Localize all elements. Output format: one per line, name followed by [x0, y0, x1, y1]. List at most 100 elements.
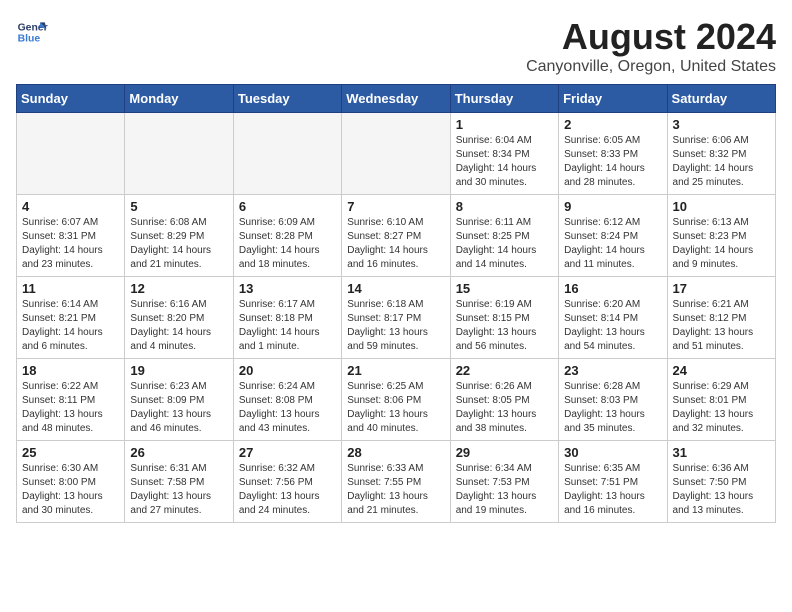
day-info: Sunrise: 6:17 AM Sunset: 8:18 PM Dayligh… [239, 298, 336, 354]
day-info: Sunrise: 6:09 AM Sunset: 8:28 PM Dayligh… [239, 216, 336, 272]
week-row-1: 1 Sunrise: 6:04 AM Sunset: 8:34 PM Daylig… [17, 113, 776, 195]
day-number: 14 [347, 281, 444, 296]
weekday-header-saturday: Saturday [667, 85, 775, 113]
day-info: Sunrise: 6:24 AM Sunset: 8:08 PM Dayligh… [239, 380, 336, 436]
day-number: 2 [564, 117, 661, 132]
day-number: 15 [456, 281, 553, 296]
day-info: Sunrise: 6:34 AM Sunset: 7:53 PM Dayligh… [456, 462, 553, 518]
day-cell: 4 Sunrise: 6:07 AM Sunset: 8:31 PM Daylig… [17, 195, 125, 277]
day-number: 20 [239, 363, 336, 378]
day-number: 24 [673, 363, 770, 378]
weekday-header-tuesday: Tuesday [233, 85, 341, 113]
title-section: August 2024 Canyonville, Oregon, United … [526, 16, 776, 76]
day-info: Sunrise: 6:36 AM Sunset: 7:50 PM Dayligh… [673, 462, 770, 518]
day-number: 6 [239, 199, 336, 214]
day-cell: 5 Sunrise: 6:08 AM Sunset: 8:29 PM Daylig… [125, 195, 233, 277]
day-info: Sunrise: 6:35 AM Sunset: 7:51 PM Dayligh… [564, 462, 661, 518]
day-number: 21 [347, 363, 444, 378]
day-cell: 23 Sunrise: 6:28 AM Sunset: 8:03 PM Dayli… [559, 359, 667, 441]
day-cell: 17 Sunrise: 6:21 AM Sunset: 8:12 PM Dayli… [667, 277, 775, 359]
logo: General Blue [16, 16, 48, 48]
weekday-header-monday: Monday [125, 85, 233, 113]
day-cell: 20 Sunrise: 6:24 AM Sunset: 8:08 PM Dayli… [233, 359, 341, 441]
day-info: Sunrise: 6:05 AM Sunset: 8:33 PM Dayligh… [564, 134, 661, 190]
day-number: 19 [130, 363, 227, 378]
day-info: Sunrise: 6:26 AM Sunset: 8:05 PM Dayligh… [456, 380, 553, 436]
day-cell: 3Sunrise: 6:06 AM Sunset: 8:32 PM Daylig… [667, 113, 775, 195]
header: General Blue August 2024 Canyonville, Or… [16, 16, 776, 76]
day-cell: 19 Sunrise: 6:23 AM Sunset: 8:09 PM Dayli… [125, 359, 233, 441]
day-cell: 14 Sunrise: 6:18 AM Sunset: 8:17 PM Dayli… [342, 277, 450, 359]
day-cell: 12Sunrise: 6:16 AM Sunset: 8:20 PM Dayli… [125, 277, 233, 359]
day-number: 30 [564, 445, 661, 460]
day-info: Sunrise: 6:04 AM Sunset: 8:34 PM Dayligh… [456, 134, 553, 190]
day-info: Sunrise: 6:13 AM Sunset: 8:23 PM Dayligh… [673, 216, 770, 272]
day-number: 8 [456, 199, 553, 214]
day-info: Sunrise: 6:18 AM Sunset: 8:17 PM Dayligh… [347, 298, 444, 354]
day-info: Sunrise: 6:10 AM Sunset: 8:27 PM Dayligh… [347, 216, 444, 272]
day-info: Sunrise: 6:21 AM Sunset: 8:12 PM Dayligh… [673, 298, 770, 354]
day-cell: 10 Sunrise: 6:13 AM Sunset: 8:23 PM Dayli… [667, 195, 775, 277]
day-cell: 18Sunrise: 6:22 AM Sunset: 8:11 PM Dayli… [17, 359, 125, 441]
week-row-2: 4 Sunrise: 6:07 AM Sunset: 8:31 PM Daylig… [17, 195, 776, 277]
day-info: Sunrise: 6:32 AM Sunset: 7:56 PM Dayligh… [239, 462, 336, 518]
day-cell: 31 Sunrise: 6:36 AM Sunset: 7:50 PM Dayli… [667, 441, 775, 523]
day-info: Sunrise: 6:06 AM Sunset: 8:32 PM Dayligh… [673, 134, 770, 190]
day-info: Sunrise: 6:12 AM Sunset: 8:24 PM Dayligh… [564, 216, 661, 272]
day-info: Sunrise: 6:31 AM Sunset: 7:58 PM Dayligh… [130, 462, 227, 518]
day-number: 16 [564, 281, 661, 296]
day-cell: 8 Sunrise: 6:11 AM Sunset: 8:25 PM Daylig… [450, 195, 558, 277]
day-cell: 6 Sunrise: 6:09 AM Sunset: 8:28 PM Daylig… [233, 195, 341, 277]
day-cell: 21Sunrise: 6:25 AM Sunset: 8:06 PM Dayli… [342, 359, 450, 441]
day-info: Sunrise: 6:08 AM Sunset: 8:29 PM Dayligh… [130, 216, 227, 272]
day-number: 12 [130, 281, 227, 296]
day-number: 31 [673, 445, 770, 460]
day-number: 1 [456, 117, 553, 132]
day-info: Sunrise: 6:07 AM Sunset: 8:31 PM Dayligh… [22, 216, 119, 272]
day-cell [125, 113, 233, 195]
day-cell: 7 Sunrise: 6:10 AM Sunset: 8:27 PM Daylig… [342, 195, 450, 277]
weekday-header-sunday: Sunday [17, 85, 125, 113]
day-cell: 24Sunrise: 6:29 AM Sunset: 8:01 PM Dayli… [667, 359, 775, 441]
day-cell: 27 Sunrise: 6:32 AM Sunset: 7:56 PM Dayli… [233, 441, 341, 523]
day-cell: 13 Sunrise: 6:17 AM Sunset: 8:18 PM Dayli… [233, 277, 341, 359]
day-cell: 25Sunrise: 6:30 AM Sunset: 8:00 PM Dayli… [17, 441, 125, 523]
day-info: Sunrise: 6:20 AM Sunset: 8:14 PM Dayligh… [564, 298, 661, 354]
day-number: 28 [347, 445, 444, 460]
day-info: Sunrise: 6:14 AM Sunset: 8:21 PM Dayligh… [22, 298, 119, 354]
day-number: 5 [130, 199, 227, 214]
month-year-title: August 2024 [526, 16, 776, 58]
day-number: 9 [564, 199, 661, 214]
week-row-5: 25Sunrise: 6:30 AM Sunset: 8:00 PM Dayli… [17, 441, 776, 523]
day-cell: 29 Sunrise: 6:34 AM Sunset: 7:53 PM Dayli… [450, 441, 558, 523]
day-number: 29 [456, 445, 553, 460]
day-info: Sunrise: 6:11 AM Sunset: 8:25 PM Dayligh… [456, 216, 553, 272]
weekday-header-wednesday: Wednesday [342, 85, 450, 113]
day-cell: 1 Sunrise: 6:04 AM Sunset: 8:34 PM Daylig… [450, 113, 558, 195]
day-info: Sunrise: 6:23 AM Sunset: 8:09 PM Dayligh… [130, 380, 227, 436]
svg-text:Blue: Blue [18, 34, 41, 45]
day-cell: 15Sunrise: 6:19 AM Sunset: 8:15 PM Dayli… [450, 277, 558, 359]
day-number: 23 [564, 363, 661, 378]
day-number: 17 [673, 281, 770, 296]
day-number: 13 [239, 281, 336, 296]
day-cell: 11Sunrise: 6:14 AM Sunset: 8:21 PM Dayli… [17, 277, 125, 359]
day-info: Sunrise: 6:33 AM Sunset: 7:55 PM Dayligh… [347, 462, 444, 518]
day-cell [233, 113, 341, 195]
day-number: 18 [22, 363, 119, 378]
week-row-3: 11Sunrise: 6:14 AM Sunset: 8:21 PM Dayli… [17, 277, 776, 359]
day-number: 10 [673, 199, 770, 214]
day-cell: 16 Sunrise: 6:20 AM Sunset: 8:14 PM Dayli… [559, 277, 667, 359]
day-cell [342, 113, 450, 195]
day-cell: 28 Sunrise: 6:33 AM Sunset: 7:55 PM Dayli… [342, 441, 450, 523]
calendar-table: SundayMondayTuesdayWednesdayThursdayFrid… [16, 84, 776, 523]
day-cell [17, 113, 125, 195]
day-info: Sunrise: 6:28 AM Sunset: 8:03 PM Dayligh… [564, 380, 661, 436]
day-number: 27 [239, 445, 336, 460]
day-cell: 9 Sunrise: 6:12 AM Sunset: 8:24 PM Daylig… [559, 195, 667, 277]
day-number: 7 [347, 199, 444, 214]
day-number: 4 [22, 199, 119, 214]
day-cell: 2 Sunrise: 6:05 AM Sunset: 8:33 PM Daylig… [559, 113, 667, 195]
day-number: 26 [130, 445, 227, 460]
day-cell: 22Sunrise: 6:26 AM Sunset: 8:05 PM Dayli… [450, 359, 558, 441]
